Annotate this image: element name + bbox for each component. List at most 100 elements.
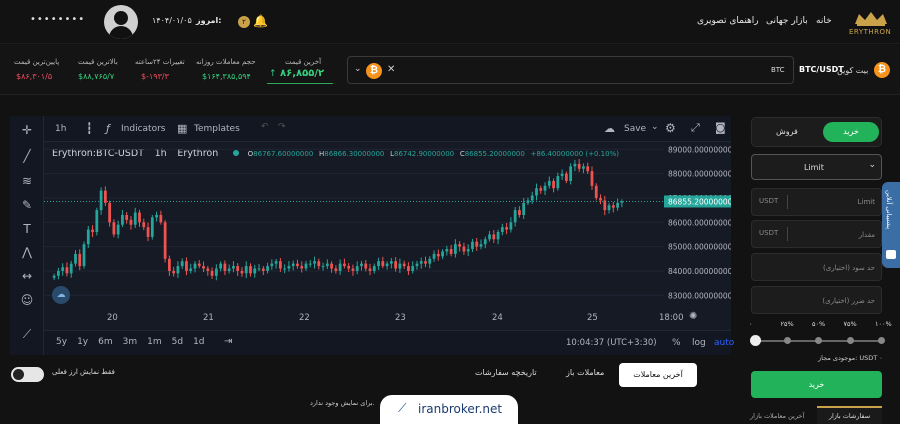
fib-icon[interactable]: ≋ <box>19 173 35 189</box>
tab-order-history[interactable]: تاریخچه سفارشات <box>475 368 537 377</box>
clock-readout[interactable]: 10:04:37 (UTC+3:30) <box>566 338 657 348</box>
tab-last-trades[interactable]: آخرین معاملات <box>619 363 697 387</box>
slider-stop[interactable] <box>783 337 791 344</box>
y-tick-label: 89000.00000000 <box>668 145 731 154</box>
slider-stop[interactable] <box>878 337 885 344</box>
username: •••••••• <box>30 14 86 25</box>
candle <box>91 225 94 238</box>
log-toggle[interactable]: log <box>692 338 706 348</box>
x-tick-label: 23 <box>395 313 406 323</box>
nav-visual-guide[interactable]: راهنمای تصویری <box>697 16 759 26</box>
indicators-button[interactable]: Indicators <box>121 124 165 134</box>
current-pair-toggle[interactable] <box>11 367 44 382</box>
range-button-1m[interactable]: 1m <box>147 337 162 347</box>
clear-icon[interactable]: ✕ <box>387 64 395 75</box>
candlestick-plot[interactable] <box>44 142 664 305</box>
stop-loss-field[interactable]: حد ضرر (اختیاری) <box>751 286 882 314</box>
y-tick-label: 84000.00000000 <box>668 267 731 276</box>
amount-slider[interactable]: ۰ ۲۵% ۵۰% ۷۵% ۱۰۰% <box>749 320 892 350</box>
slider-stop[interactable] <box>750 335 761 346</box>
cloud-badge-icon[interactable]: ☁ <box>52 286 70 304</box>
last-price-tag-label: 86855.20000000 <box>668 197 731 206</box>
fullscreen-icon[interactable]: ⤢ <box>691 121 700 135</box>
candle-type-icon[interactable]: ┇ <box>86 122 93 135</box>
fx-icon[interactable]: ƒ <box>106 122 110 135</box>
last-trades-tab[interactable]: آخرین معاملات بازار <box>750 412 804 420</box>
candle <box>552 178 555 193</box>
range-button-5y[interactable]: 5y <box>56 337 67 347</box>
interval-select[interactable]: 1h <box>55 124 66 134</box>
range-button-6m[interactable]: 6m <box>98 337 113 347</box>
candle <box>424 256 427 268</box>
candle <box>620 199 624 208</box>
candle <box>509 217 513 233</box>
undo-icon[interactable]: ↶ <box>261 122 269 132</box>
chevron-down-icon[interactable]: ⌄ <box>354 64 362 74</box>
brush-icon[interactable]: ✎ <box>19 197 35 213</box>
axis-settings-icon[interactable]: ✺ <box>689 311 697 322</box>
online-support-tab[interactable]: پشتیبانی آنلاین <box>882 182 900 268</box>
percent-toggle[interactable]: % <box>672 338 681 348</box>
current-pair-only-label: فقط نمایش ارز فعلی <box>52 368 115 376</box>
range-button-3m[interactable]: 3m <box>123 337 138 347</box>
chevron-down-icon[interactable]: ⌄ <box>651 122 659 132</box>
nav-global-market[interactable]: بازار جهانی <box>766 16 808 26</box>
brand-logo[interactable]: ERYTHRON <box>845 10 897 36</box>
redo-icon[interactable]: ↷ <box>278 122 286 132</box>
text-tool-icon[interactable]: T <box>19 221 35 237</box>
settings-icon[interactable]: ⚙ <box>665 121 676 135</box>
candle <box>261 266 265 276</box>
market-orders-tab[interactable]: سفارشات بازار <box>817 406 882 424</box>
candle <box>526 197 530 206</box>
candle <box>210 267 214 279</box>
candle <box>594 183 598 201</box>
order-type-select[interactable]: Limit ⌄ <box>751 154 882 180</box>
range-button-1d[interactable]: 1d <box>193 337 204 347</box>
emoji-icon[interactable]: ☺ <box>19 292 35 308</box>
templates-button[interactable]: Templates <box>194 124 240 134</box>
cloud-icon[interactable]: ☁ <box>604 122 615 135</box>
slider-stop[interactable] <box>846 337 854 344</box>
trendline-icon[interactable]: ╱ <box>19 148 35 164</box>
pair-search-input[interactable]: ⌄ ₿ ✕ BTC <box>347 56 794 84</box>
pair-symbol: BTC/USDT <box>799 65 844 74</box>
pattern-icon[interactable]: ⋀ <box>19 244 35 260</box>
take-profit-field[interactable]: حد سود (اختیاری) <box>751 253 882 281</box>
x-axis: 20 21 22 23 24 25 18:00 <box>107 313 684 323</box>
templates-icon[interactable]: ▦ <box>177 122 187 135</box>
candle <box>394 257 398 272</box>
candle <box>351 264 355 276</box>
nav-home[interactable]: خانه <box>816 16 832 26</box>
tab-open-trades[interactable]: معاملات باز <box>566 368 604 377</box>
candle <box>577 159 581 172</box>
camera-icon[interactable]: ◙ <box>715 121 726 134</box>
measure-icon[interactable]: ↔ <box>19 268 35 284</box>
range-button-1y[interactable]: 1y <box>77 337 88 347</box>
buy-tab[interactable]: خرید <box>823 122 879 142</box>
candle <box>355 261 359 275</box>
brand-name: ERYTHRON <box>849 28 892 36</box>
bell-icon[interactable]: 🔔 <box>253 14 268 28</box>
amount-field[interactable]: USDT مقدار <box>751 220 882 248</box>
candle <box>189 263 193 274</box>
low-value: $۸۶,۳۰۱/۵ <box>16 72 53 81</box>
limit-price-field[interactable]: USDT Limit <box>751 188 882 216</box>
sell-tab[interactable]: فروش <box>776 127 798 136</box>
price-chart[interactable]: ✛ ╱ ≋ ✎ T ⋀ ↔ ☺ ⟋ 1h ┇ ƒ Indicators ▦ Te… <box>10 116 734 355</box>
candle <box>360 260 363 271</box>
candle <box>385 261 389 270</box>
save-button[interactable]: Save <box>624 124 646 134</box>
auto-toggle[interactable]: auto <box>714 338 734 348</box>
candle <box>95 207 99 236</box>
avatar[interactable] <box>104 5 138 39</box>
slider-stop[interactable] <box>815 337 822 344</box>
crosshair-icon[interactable]: ✛ <box>19 122 35 138</box>
ruler-icon[interactable]: ⟋ <box>19 326 35 342</box>
y-tick-label: 85000.00000000 <box>668 243 731 252</box>
goto-date-icon[interactable]: ⇥ <box>224 336 232 347</box>
range-button-5d[interactable]: 5d <box>172 337 183 347</box>
buy-button[interactable]: خرید <box>751 371 882 398</box>
search-value: BTC <box>771 66 785 74</box>
candle <box>270 259 274 270</box>
candle <box>116 220 120 239</box>
